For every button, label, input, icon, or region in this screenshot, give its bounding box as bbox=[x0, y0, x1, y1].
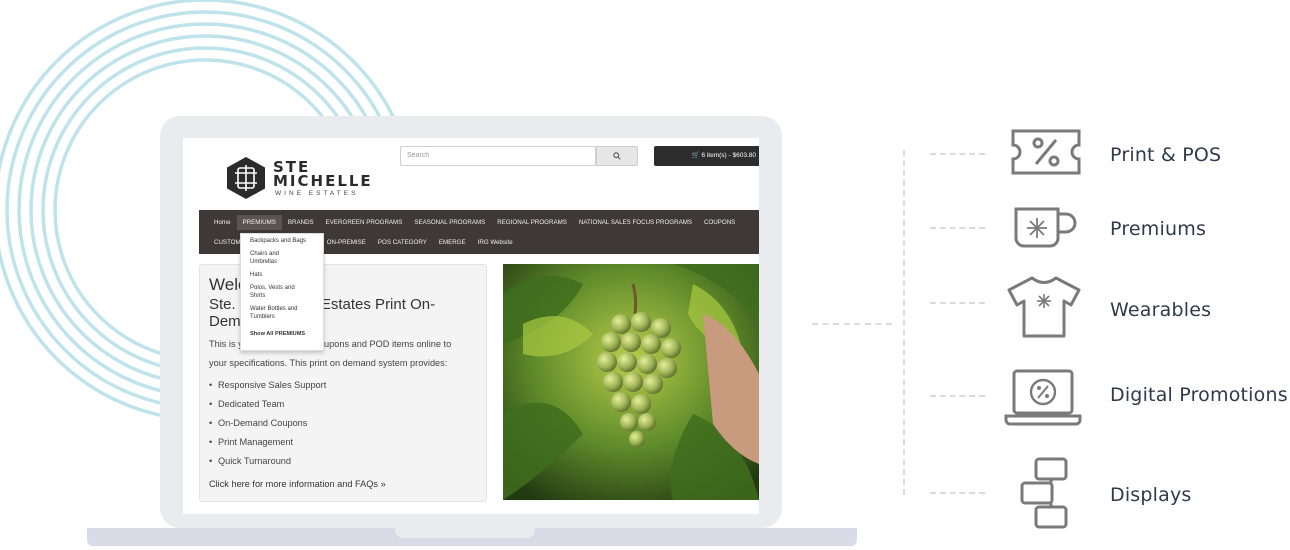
list-item: Print Management bbox=[209, 433, 477, 452]
dropdown-item-chairs[interactable]: Chairs and Umbrellas bbox=[250, 250, 298, 266]
nav-pos-category[interactable]: POS CATEGORY bbox=[372, 239, 433, 246]
connector-line bbox=[930, 395, 985, 397]
nav-on-premise[interactable]: ON-PREMISE bbox=[321, 239, 372, 246]
search-icon bbox=[613, 152, 621, 160]
search-button[interactable] bbox=[596, 146, 638, 166]
laptop-screen: STE MICHELLE WINE ESTATES Search 🛒 6 ite… bbox=[183, 138, 759, 514]
premiums-dropdown-menu: Backpacks and Bags Chairs and Umbrellas … bbox=[240, 233, 324, 351]
dropdown-show-all[interactable]: Show All PREMIUMS bbox=[250, 330, 314, 338]
welcome-para-line2: your specifications. This print on deman… bbox=[209, 358, 448, 368]
laptop-percent-icon bbox=[1004, 369, 1082, 426]
nav-evergreen-programs[interactable]: EVERGREEN PROGRAMS bbox=[320, 219, 409, 226]
nav-premiums[interactable]: PREMIUMS bbox=[236, 214, 282, 230]
nav-national-sales-focus-programs[interactable]: NATIONAL SALES FOCUS PROGRAMS bbox=[573, 219, 698, 226]
cart-button[interactable]: 🛒 6 item(s) - $603.80 bbox=[654, 146, 759, 166]
site-logo[interactable]: STE MICHELLE WINE ESTATES bbox=[225, 154, 395, 204]
welcome-subheading-part2: e Estates Print On- bbox=[308, 296, 436, 313]
cart-label: 6 item(s) - $603.80 bbox=[701, 152, 756, 159]
list-item: Dedicated Team bbox=[209, 395, 477, 414]
welcome-subheading-part3: Dem bbox=[209, 313, 241, 330]
welcome-para-part2: r coupons and POD items online to bbox=[308, 339, 452, 349]
nav-regional-programs[interactable]: REGIONAL PROGRAMS bbox=[491, 219, 573, 226]
logo-badge-icon bbox=[227, 157, 265, 199]
category-label-wearables: Wearables bbox=[1110, 299, 1212, 321]
mug-icon bbox=[1014, 207, 1077, 248]
nav-coupons[interactable]: COUPONS bbox=[698, 219, 741, 226]
nav-emerge[interactable]: EMERGE bbox=[433, 239, 472, 246]
nav-seasonal-programs[interactable]: SEASONAL PROGRAMS bbox=[408, 219, 491, 226]
nav-irg-website[interactable]: IRG Website bbox=[472, 239, 519, 246]
laptop-notch bbox=[395, 528, 535, 538]
logo-text-michelle: MICHELLE bbox=[273, 172, 373, 190]
nav-row-1: Home PREMIUMS BRANDS EVERGREEN PROGRAMS … bbox=[199, 212, 741, 232]
connector-line bbox=[903, 150, 905, 495]
dropdown-item-backpacks[interactable]: Backpacks and Bags bbox=[250, 237, 314, 245]
display-stand-icon bbox=[1020, 457, 1068, 529]
category-label-print-pos: Print & POS bbox=[1110, 144, 1222, 166]
faq-link[interactable]: Click here for more information and FAQs… bbox=[209, 475, 477, 494]
dropdown-item-polos[interactable]: Polos, Vests and Shirts bbox=[250, 284, 306, 300]
list-item: On-Demand Coupons bbox=[209, 414, 477, 433]
nav-home[interactable]: Home bbox=[199, 219, 237, 226]
connector-line bbox=[930, 227, 985, 229]
connector-line bbox=[930, 492, 985, 494]
connector-line bbox=[812, 323, 892, 325]
dropdown-item-water-bottles[interactable]: Water Bottles and Tumblers bbox=[250, 305, 310, 321]
connector-line bbox=[930, 302, 985, 304]
connector-line bbox=[930, 153, 985, 155]
grape-cluster-photo bbox=[503, 264, 759, 500]
logo-text-wine-estates: WINE ESTATES bbox=[275, 190, 359, 197]
list-item: Responsive Sales Support bbox=[209, 376, 477, 395]
list-item: Quick Turnaround bbox=[209, 452, 477, 471]
category-label-digital-promotions: Digital Promotions bbox=[1110, 384, 1288, 406]
welcome-para-part1: This is y bbox=[209, 339, 243, 349]
category-label-premiums: Premiums bbox=[1110, 218, 1207, 240]
search-input[interactable]: Search bbox=[400, 146, 596, 166]
coupon-percent-icon bbox=[1011, 129, 1081, 175]
cart-icon: 🛒 bbox=[691, 152, 700, 159]
feature-list: Responsive Sales Support Dedicated Team … bbox=[209, 376, 477, 471]
nav-brands[interactable]: BRANDS bbox=[282, 219, 320, 226]
dropdown-item-hats[interactable]: Hats bbox=[250, 271, 314, 279]
tshirt-icon bbox=[1007, 276, 1081, 338]
category-label-displays: Displays bbox=[1110, 484, 1192, 506]
